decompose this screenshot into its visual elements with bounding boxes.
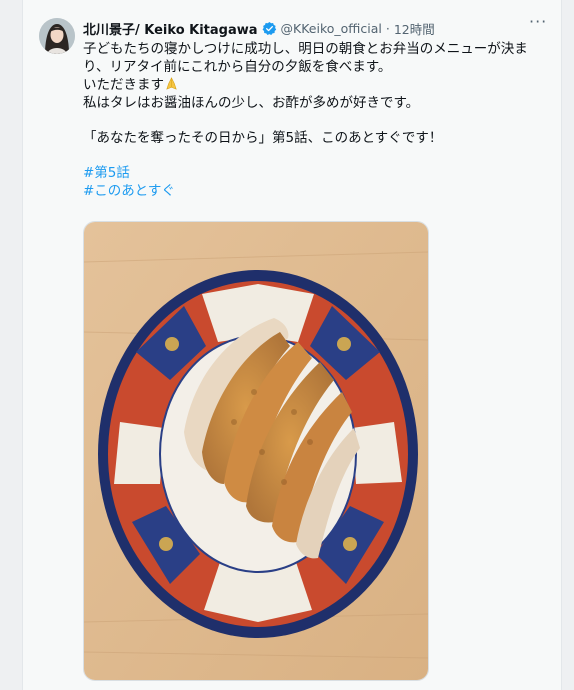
hashtag-link[interactable]: #第5話 [83, 164, 533, 182]
more-options-icon[interactable]: ··· [529, 14, 547, 31]
verified-badge-icon [262, 21, 277, 36]
avatar[interactable] [39, 18, 75, 54]
hashtag-link[interactable]: #このあとすぐ [83, 182, 533, 200]
tweet-line: 「あなたを奪ったその日から」第5話、このあとすぐです！ [83, 130, 443, 146]
tweet-text: 子どもたちの寝かしつけに成功し、明日の朝食とお弁当のメニューが決まり、リアタイ前… [83, 40, 533, 200]
folded-hands-emoji [164, 76, 179, 91]
author-name[interactable]: 北川景子/ Keiko Kitagawa [83, 19, 258, 38]
tweet-line: 私はタレはお醤油ほんの少し、お酢が多めが好きです。 [83, 95, 420, 111]
avatar-image [39, 18, 75, 54]
tweet-photo[interactable] [83, 221, 429, 681]
author-handle[interactable]: @KKeiko_official [281, 21, 382, 36]
gyoza-plate-image [84, 222, 428, 680]
tweet-card[interactable]: 北川景子/ Keiko Kitagawa @KKeiko_official · … [22, 0, 562, 690]
tweet-header: 北川景子/ Keiko Kitagawa @KKeiko_official · … [83, 18, 435, 38]
tweet-timestamp[interactable]: 12時間 [394, 19, 435, 38]
tweet-line: いただきます [83, 77, 164, 93]
tweet-line-with-emoji: いただきます [83, 76, 533, 94]
tweet-line: 子どもたちの寝かしつけに成功し、明日の朝食とお弁当のメニューが決まり、リアタイ前… [83, 41, 528, 75]
separator-dot: · [385, 20, 390, 36]
